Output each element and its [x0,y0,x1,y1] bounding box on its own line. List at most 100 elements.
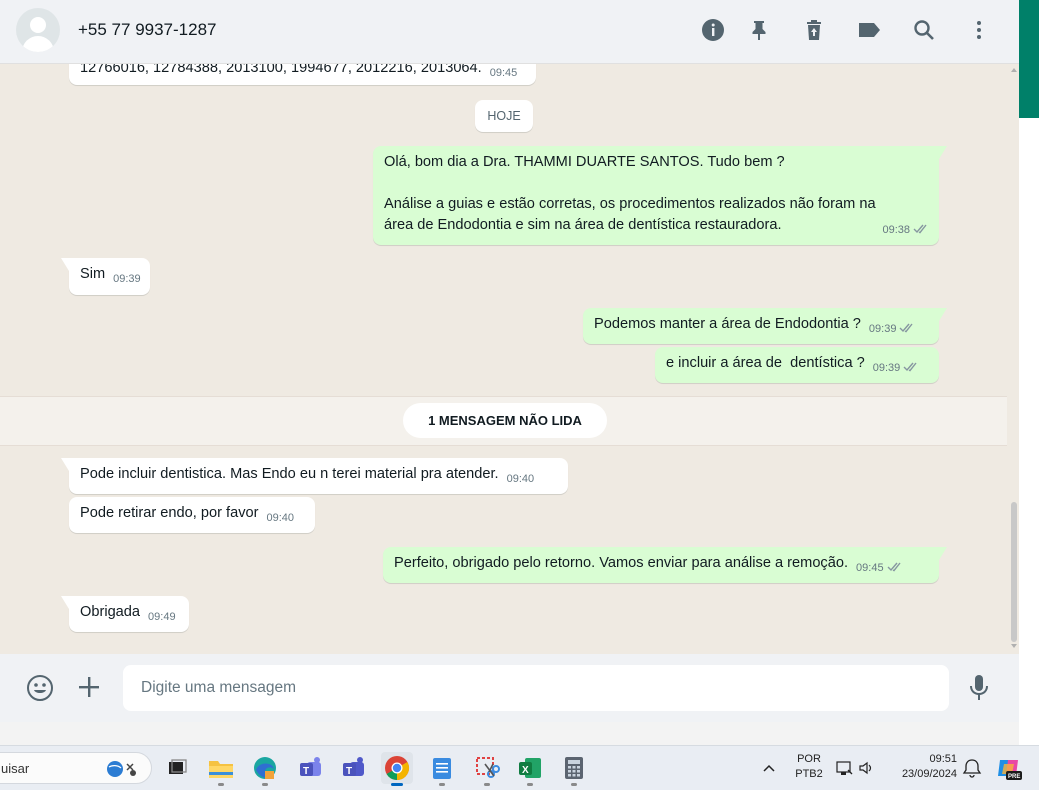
bubble-tail [939,308,947,321]
chat-scrollbar[interactable] [1009,64,1018,654]
double-check-icon [913,220,929,241]
message-text: 12766016, 12784388, 2013100, 1994677, 20… [80,64,482,76]
chat-header: +55 77 9937-1287 [0,0,1019,64]
double-check-icon [887,558,903,579]
bubble-tail [61,458,69,471]
message-text: Pode retirar endo, por favor [80,505,259,521]
clock-date: 23/09/2024 [901,768,957,780]
bubble-tail [939,547,947,560]
copilot-icon[interactable]: PRE [994,754,1024,782]
bubble-tail [61,596,69,609]
message-time: 09:49 [148,611,176,623]
message-text: Sim [80,266,106,282]
excel-icon[interactable]: X [516,754,544,782]
bubble-tail [61,258,69,271]
chrome-icon[interactable] [381,752,413,784]
double-check-icon [903,358,919,379]
running-indicator [262,783,268,786]
menu-icon[interactable] [965,16,993,44]
running-indicator [571,783,577,786]
scroll-down-arrow[interactable] [1011,644,1017,648]
running-indicator [439,783,445,786]
running-indicator [527,783,533,786]
message-line-text: área de Endodontia e sim na área de dent… [384,217,782,233]
message-time: 09:40 [266,512,294,524]
accent-bar [1019,0,1039,118]
message-bubble-in[interactable]: Sim 09:39 [61,258,150,295]
message-time: 09:39 [113,273,141,285]
running-indicator [218,783,224,786]
search-icon[interactable] [910,16,938,44]
message-bubble-in[interactable]: 12766016, 12784388, 2013100, 1994677, 20… [69,64,536,85]
label-icon[interactable] [855,16,883,44]
running-indicator [484,783,490,786]
compose-bar [0,654,1019,722]
svg-text:T: T [303,766,309,777]
avatar-body [22,36,54,52]
active-indicator [391,783,403,786]
message-line: área de Endodontia e sim na área de dent… [384,215,929,236]
taskbar-search-text: uisar [1,761,30,776]
side-panel-edge [1019,0,1039,745]
svg-text:PRE: PRE [1008,774,1020,780]
message-line: Análise a guias e estão corretas, os pro… [384,196,876,212]
microphone-icon[interactable] [967,673,991,703]
message-text: Obrigada [80,604,141,620]
info-icon[interactable] [699,16,727,44]
teams-icon[interactable]: T [297,754,325,782]
pin-icon[interactable] [745,16,773,44]
teams-classic-icon[interactable]: T [340,754,368,782]
contact-name[interactable]: +55 77 9937-1287 [78,20,217,40]
message-text: Podemos manter a área de Endodontia ? [594,316,861,332]
message-input[interactable] [123,665,949,711]
windows-taskbar: uisar T T X POR PTB2 09:51 23/09/2024 PR… [0,745,1039,790]
snipping-tool-icon[interactable] [473,754,501,782]
message-time: 09:45 [856,562,884,574]
message-bubble-out[interactable]: Perfeito, obrigado pelo retorno. Vamos e… [383,547,947,583]
message-bubble-out[interactable]: e incluir a área de dentística ? 09:39 [655,347,939,383]
message-text: Perfeito, obrigado pelo retorno. Vamos e… [394,555,849,571]
message-time: 09:45 [489,67,518,79]
double-check-icon [899,319,915,340]
date-chip: HOJE [475,100,533,132]
message-time: 09:39 [872,362,901,374]
chevron-up-icon[interactable] [757,754,781,782]
message-bubble-in[interactable]: Obrigada 09:49 [61,596,189,632]
emoji-icon[interactable] [26,674,54,702]
system-clock[interactable]: 09:51 23/09/2024 [889,752,957,782]
clock-time: 09:51 [929,753,957,765]
edge-icon[interactable] [251,754,279,782]
message-text: e incluir a área de dentística ? [666,355,865,371]
calculator-icon[interactable] [560,754,588,782]
scroll-up-arrow[interactable] [1011,68,1017,72]
bubble-tail [939,146,947,159]
message-time: 09:40 [506,473,535,485]
message-time: 09:38 [882,224,910,236]
window-bottom-gap [0,722,1019,745]
task-view-icon[interactable] [163,754,191,782]
unread-messages-chip: 1 MENSAGEM NÃO LIDA [403,403,607,438]
message-bubble-in[interactable]: Pode retirar endo, por favor 09:40 [69,497,315,533]
keyboard-layout: PTB2 [795,768,823,780]
network-volume-icons[interactable] [834,754,878,782]
input-language[interactable]: POR PTB2 [794,752,824,782]
message-bubble-in[interactable]: Pode incluir dentistica. Mas Endo eu n t… [61,458,568,494]
message-bubble-out[interactable]: Olá, bom dia a Dra. THAMMI DUARTE SANTOS… [373,146,947,245]
taskbar-search[interactable]: uisar [0,752,152,784]
svg-text:T: T [346,766,352,777]
contact-avatar[interactable] [16,8,60,52]
message-text: Pode incluir dentistica. Mas Endo eu n t… [80,466,499,482]
message-time: 09:39 [868,323,897,335]
delete-icon[interactable] [800,16,828,44]
bell-icon[interactable] [961,754,983,782]
message-line: Olá, bom dia a Dra. THAMMI DUARTE SANTOS… [384,154,785,170]
message-bubble-out[interactable]: Podemos manter a área de Endodontia ? 09:… [583,308,947,344]
plus-icon[interactable] [76,674,102,700]
svg-text:X: X [522,765,529,776]
chat-area[interactable]: 12766016, 12784388, 2013100, 1994677, 20… [0,64,1019,654]
language-code: POR [797,753,821,765]
file-explorer-icon[interactable] [207,754,235,782]
message-line-blank [384,173,929,194]
scrollbar-thumb[interactable] [1011,502,1017,642]
notepad-icon[interactable] [428,754,456,782]
